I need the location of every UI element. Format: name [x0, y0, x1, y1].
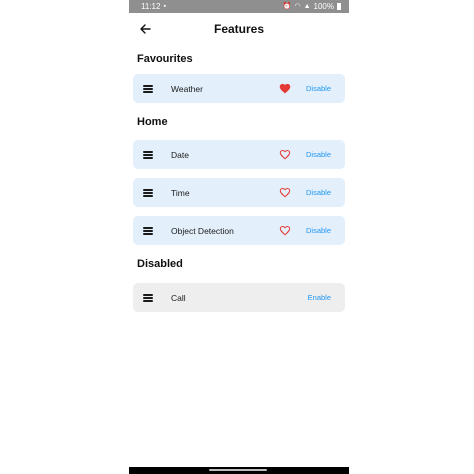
feature-label: Call [171, 292, 186, 303]
feature-card-time: Time Disable [133, 178, 345, 207]
wifi-icon: ◠ [294, 3, 301, 10]
feature-label: Weather [171, 83, 203, 94]
feature-label: Object Detection [171, 225, 234, 236]
drag-handle-icon[interactable] [143, 84, 153, 93]
navigation-bar [129, 467, 349, 474]
disable-button[interactable]: Disable [306, 226, 331, 235]
home-gesture-handle[interactable] [209, 469, 267, 471]
phone-screen: 11:12 ▪ ⏰ ◠ ▲ 100% Features Favourites W… [129, 0, 349, 474]
heart-outline-icon[interactable] [279, 225, 291, 236]
feature-card-call: Call Enable [133, 283, 345, 312]
status-bar: 11:12 ▪ ⏰ ◠ ▲ 100% [129, 0, 349, 13]
signal-icon: ▲ [303, 3, 311, 10]
disable-button[interactable]: Disable [306, 150, 331, 159]
battery-percent: 100% [313, 2, 334, 11]
feature-label: Time [171, 187, 190, 198]
feature-card-weather: Weather Disable [133, 74, 345, 103]
disable-button[interactable]: Disable [306, 188, 331, 197]
alarm-icon: ⏰ [282, 3, 292, 10]
enable-button[interactable]: Enable [308, 293, 331, 302]
drag-handle-icon[interactable] [143, 150, 153, 159]
heart-outline-icon[interactable] [279, 187, 291, 198]
arrow-left-icon [139, 24, 151, 34]
page-title: Features [213, 22, 265, 36]
drag-handle-icon[interactable] [143, 226, 153, 235]
app-bar: Features [129, 13, 349, 45]
drag-handle-icon[interactable] [143, 188, 153, 197]
feature-card-date: Date Disable [133, 140, 345, 169]
heart-outline-icon[interactable] [279, 149, 291, 160]
disable-button[interactable]: Disable [306, 84, 331, 93]
feature-label: Date [171, 149, 189, 160]
battery-icon [337, 3, 341, 10]
back-button[interactable] [135, 19, 155, 39]
heart-filled-icon[interactable] [279, 83, 291, 94]
feature-card-object-detection: Object Detection Disable [133, 216, 345, 245]
status-time: 11:12 [141, 2, 161, 11]
notification-icon: ▪ [163, 3, 166, 10]
section-title-disabled: Disabled [137, 258, 183, 270]
drag-handle-icon[interactable] [143, 293, 153, 302]
section-title-home: Home [137, 116, 168, 128]
section-title-favourites: Favourites [137, 53, 193, 65]
